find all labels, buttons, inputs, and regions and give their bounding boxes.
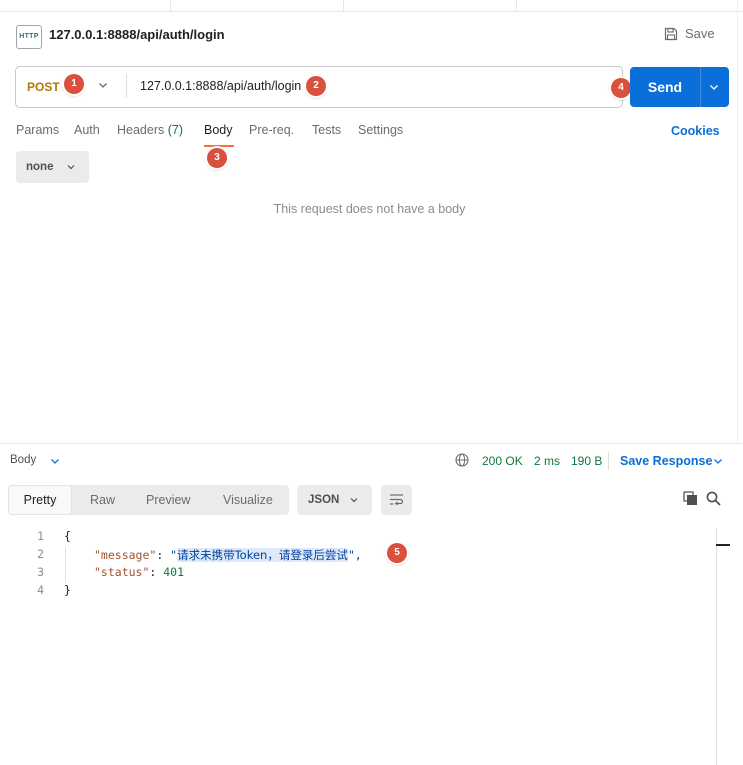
- headers-count: (7): [167, 123, 184, 137]
- json-quote: ",: [347, 548, 362, 562]
- annotation-badge: 1: [64, 74, 84, 94]
- view-tab-raw[interactable]: Raw: [90, 493, 115, 507]
- window-tab-strip: [0, 0, 743, 12]
- scrollbar-marker: [716, 544, 730, 546]
- chevron-down-icon: [350, 498, 358, 503]
- wrap-lines-button[interactable]: [381, 485, 412, 515]
- body-mode-value: none: [26, 161, 54, 173]
- json-number-value: 401: [163, 565, 185, 579]
- response-size[interactable]: 190 B: [571, 454, 602, 468]
- save-icon: [664, 27, 678, 40]
- json-close-brace: }: [64, 583, 71, 597]
- view-tab-visualize[interactable]: Visualize: [223, 493, 273, 507]
- response-view-tabs: Pretty Raw Preview Visualize: [8, 485, 289, 515]
- json-colon: :: [149, 565, 164, 579]
- format-value: JSON: [308, 494, 340, 506]
- empty-body-message: This request does not have a body: [273, 202, 466, 216]
- response-section-select[interactable]: Body: [10, 454, 36, 466]
- save-label: Save: [685, 26, 715, 41]
- json-line-message[interactable]: "message": "请求未携带Token，请登录后尝试",: [94, 547, 362, 563]
- response-status[interactable]: 200 OK: [482, 454, 523, 468]
- tab-settings[interactable]: Settings: [358, 123, 403, 137]
- save-button[interactable]: Save: [664, 26, 715, 41]
- indent-guide: [65, 547, 66, 583]
- chevron-down-icon[interactable]: [708, 81, 720, 93]
- chevron-down-icon: [67, 165, 75, 170]
- response-divider[interactable]: [0, 443, 743, 444]
- url-divider: [126, 74, 127, 98]
- format-select[interactable]: JSON: [297, 485, 372, 515]
- response-meta-divider: [608, 452, 609, 470]
- json-colon: :: [156, 548, 171, 562]
- tab-separator: [343, 0, 344, 11]
- globe-icon[interactable]: [455, 453, 469, 467]
- chevron-down-icon[interactable]: [712, 455, 724, 467]
- active-tab-indicator: [204, 145, 234, 147]
- save-response-button[interactable]: Save Response: [620, 454, 712, 468]
- json-open-brace: {: [64, 529, 71, 543]
- json-key: "message": [94, 548, 157, 562]
- wrap-lines-icon: [390, 494, 404, 506]
- line-number: 1: [37, 529, 44, 543]
- chevron-down-icon[interactable]: [97, 79, 109, 91]
- editor-scrollbar[interactable]: [716, 528, 717, 765]
- chevron-down-icon[interactable]: [49, 455, 61, 467]
- tab-params[interactable]: Params: [16, 123, 59, 137]
- tab-body[interactable]: Body: [204, 123, 233, 137]
- annotation-badge: 4: [611, 78, 631, 98]
- active-window-tab[interactable]: [516, 0, 743, 11]
- annotation-badge: 3: [207, 148, 227, 168]
- tab-auth[interactable]: Auth: [74, 123, 100, 137]
- cookies-link[interactable]: Cookies: [671, 124, 720, 138]
- tab-headers[interactable]: Headers (7): [117, 123, 183, 137]
- json-string-value: 请求未携带Token，请登录后尝试: [177, 548, 348, 562]
- view-tab-preview[interactable]: Preview: [146, 493, 190, 507]
- line-number: 3: [37, 565, 44, 579]
- send-label: Send: [647, 79, 683, 95]
- annotation-badge: 2: [306, 76, 326, 96]
- search-icon[interactable]: [706, 491, 721, 506]
- json-key: "status": [94, 565, 150, 579]
- tab-prereq[interactable]: Pre-req.: [249, 123, 294, 137]
- json-line-status[interactable]: "status": 401: [94, 565, 184, 579]
- send-split-divider: [700, 67, 701, 107]
- response-time[interactable]: 2 ms: [534, 454, 560, 468]
- request-title[interactable]: 127.0.0.1:8888/api/auth/login: [49, 27, 225, 42]
- line-number: 2: [37, 547, 44, 561]
- body-mode-select[interactable]: none: [16, 151, 89, 183]
- method-select[interactable]: POST: [27, 80, 60, 94]
- tab-separator: [170, 0, 171, 11]
- send-button[interactable]: Send: [630, 67, 729, 107]
- view-tab-pretty[interactable]: Pretty: [8, 485, 72, 515]
- tab-headers-label: Headers: [117, 123, 165, 137]
- copy-icon[interactable]: [683, 491, 698, 506]
- line-number: 4: [37, 583, 44, 597]
- panel-edge: [737, 0, 738, 443]
- http-request-icon: HTTP: [16, 25, 42, 49]
- tab-tests[interactable]: Tests: [312, 123, 341, 137]
- annotation-badge: 5: [387, 543, 407, 563]
- url-input[interactable]: 127.0.0.1:8888/api/auth/login: [140, 79, 301, 93]
